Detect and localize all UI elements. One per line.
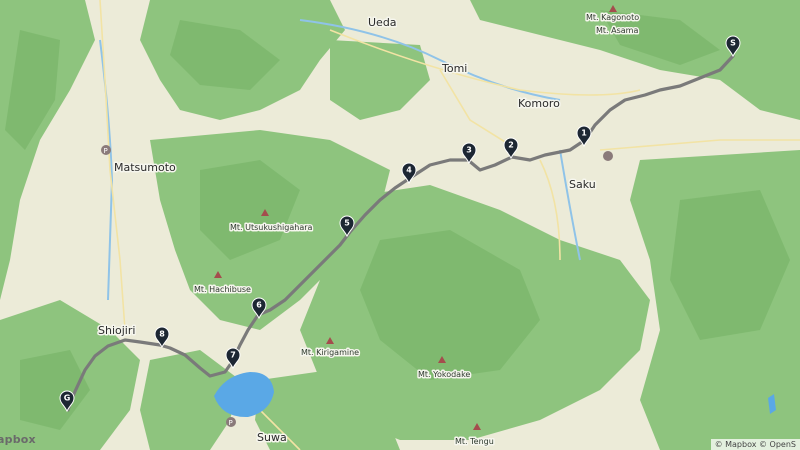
town-tomi: Tomi <box>441 62 467 75</box>
pin-label: 1 <box>581 129 587 138</box>
mountain-tengu: Mt. Tengu <box>455 437 494 446</box>
pin-label: 6 <box>256 301 262 310</box>
mountain-utsukushigahara: Mt. Utsukushigahara <box>230 223 313 232</box>
pin-label: 4 <box>406 166 412 175</box>
pin-label: 2 <box>508 141 514 150</box>
pin-label: 7 <box>230 351 236 360</box>
svg-text:P: P <box>104 147 108 155</box>
pin-label: 3 <box>466 146 472 155</box>
mountain-asama: Mt. Asama <box>596 26 638 35</box>
svg-text:P: P <box>229 419 233 427</box>
mapbox-logo[interactable]: apbox <box>0 433 36 446</box>
mountain-kirigamine: Mt. Kirigamine <box>301 348 359 357</box>
town-ueda: Ueda <box>368 16 397 29</box>
pin-label: 8 <box>159 330 165 339</box>
town-shiojiri: Shiojiri <box>98 324 135 337</box>
pin-label: G <box>64 394 71 403</box>
map-layer: Ueda Tomi Komoro Saku Matsumoto Shiojiri… <box>0 0 800 450</box>
map-canvas[interactable]: Ueda Tomi Komoro Saku Matsumoto Shiojiri… <box>0 0 800 450</box>
map-attribution[interactable]: © Mapbox © OpenS <box>710 439 800 450</box>
pin-label: S <box>730 39 736 48</box>
town-komoro: Komoro <box>518 97 560 110</box>
mountain-kagonoto: Mt. Kagonoto <box>586 13 639 22</box>
mountain-yokodake: Mt. Yokodake <box>418 370 470 379</box>
mountain-hachibuse: Mt. Hachibuse <box>194 285 251 294</box>
town-saku: Saku <box>569 178 596 191</box>
station-icon <box>603 151 613 161</box>
town-matsumoto: Matsumoto <box>114 161 176 174</box>
pin-label: 5 <box>344 219 350 228</box>
town-suwa: Suwa <box>257 431 287 444</box>
